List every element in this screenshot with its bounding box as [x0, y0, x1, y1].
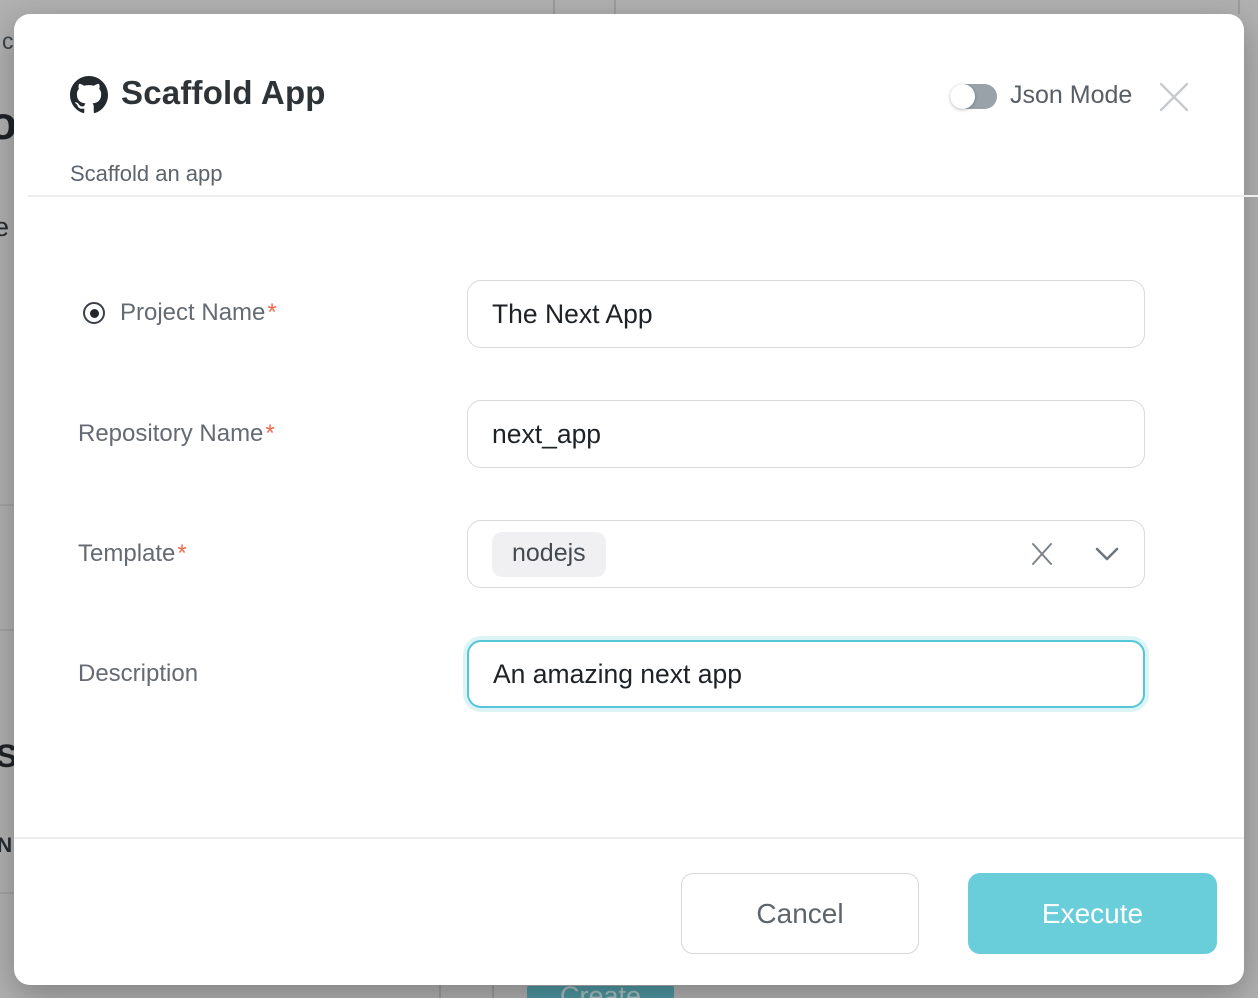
- radio-selected-icon[interactable]: [83, 302, 105, 324]
- description-label-row: Description: [78, 660, 198, 688]
- close-icon[interactable]: [1156, 79, 1192, 115]
- background-row-divider: [0, 504, 14, 506]
- required-asterisk: *: [265, 420, 274, 448]
- background-row-divider: [0, 629, 14, 631]
- dialog-subtitle: Scaffold an app: [70, 161, 223, 187]
- background-text-fragment: N: [0, 834, 12, 858]
- required-asterisk: *: [267, 299, 276, 327]
- field-label: Repository Name: [78, 420, 263, 448]
- field-label: Description: [78, 660, 198, 688]
- cancel-button[interactable]: Cancel: [681, 873, 919, 954]
- scaffold-app-dialog: Scaffold App Json Mode Scaffold an app: [14, 14, 1244, 985]
- background-column-divider: [1238, 0, 1240, 14]
- repository-name-input[interactable]: [467, 400, 1145, 468]
- description-input[interactable]: [467, 640, 1145, 708]
- chevron-down-icon[interactable]: [1094, 546, 1120, 562]
- background-left-edge: c o e S N: [0, 0, 14, 998]
- background-text-fragment: e: [0, 212, 9, 243]
- background-column-divider: [614, 0, 616, 14]
- background-create-button-label: Create: [527, 986, 674, 998]
- template-selected-tag: nodejs: [492, 532, 606, 577]
- header-divider: [28, 195, 1258, 197]
- project-name-input[interactable]: [467, 280, 1145, 348]
- json-mode-toggle[interactable]: [950, 84, 997, 109]
- required-asterisk: *: [177, 540, 186, 568]
- background-column-divider: [492, 985, 494, 998]
- background-row-divider: [0, 892, 14, 894]
- github-icon: [70, 76, 108, 114]
- project-name-label-row: Project Name*: [83, 299, 277, 327]
- toggle-knob: [950, 84, 975, 109]
- field-label: Project Name: [120, 299, 265, 327]
- template-label-row: Template*: [78, 540, 187, 568]
- field-label: Template: [78, 540, 175, 568]
- background-text-fragment: c: [2, 28, 14, 55]
- dialog-title: Scaffold App: [121, 74, 326, 112]
- clear-selection-icon[interactable]: [1028, 540, 1056, 568]
- repository-name-label-row: Repository Name*: [78, 420, 275, 448]
- background-text-fragment: o: [0, 96, 14, 150]
- background-create-button[interactable]: Create: [527, 986, 674, 998]
- background-column-divider: [439, 985, 441, 998]
- execute-button[interactable]: Execute: [968, 873, 1217, 954]
- template-select[interactable]: nodejs: [467, 520, 1145, 588]
- background-text-fragment: S: [0, 738, 14, 775]
- footer-divider: [14, 837, 1244, 839]
- background-column-divider: [553, 0, 555, 14]
- json-mode-label: Json Mode: [1010, 81, 1132, 110]
